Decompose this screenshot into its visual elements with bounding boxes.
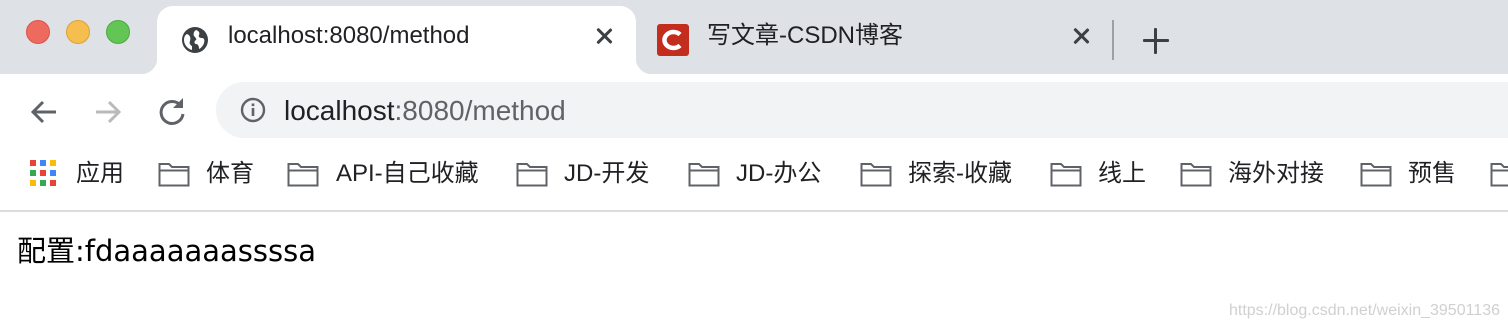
folder-icon <box>287 163 319 187</box>
new-tab-button[interactable] <box>1143 28 1169 54</box>
address-bar[interactable]: localhost:8080/method <box>216 82 1508 138</box>
tab-separator <box>1112 20 1114 60</box>
globe-icon <box>182 27 208 53</box>
watermark: https://blog.csdn.net/weixin_39501136 <box>1228 302 1500 319</box>
close-window-button[interactable] <box>26 20 50 44</box>
folder-icon <box>688 163 720 187</box>
url-text[interactable]: localhost:8080/method <box>284 95 566 127</box>
page-content-text: 配置:fdaaaaaaassssa <box>17 234 316 268</box>
tab-strip: localhost:8080/method 写文章-CSDN博客 <box>0 0 1508 74</box>
tab-close-icon[interactable] <box>1070 25 1092 47</box>
bookmark-folder[interactable]: JD-办公 <box>736 160 821 188</box>
apps-grid-icon[interactable] <box>30 160 58 188</box>
tab-close-icon[interactable] <box>593 25 615 47</box>
bookmark-folder[interactable]: 预售 <box>1408 160 1456 188</box>
url-path: :8080/method <box>394 95 566 126</box>
bookmark-folder[interactable]: 探索-收藏 <box>908 160 1012 188</box>
bookmark-folder[interactable]: JD-开发 <box>564 160 649 188</box>
info-icon[interactable] <box>240 97 266 123</box>
bookmark-folder[interactable]: 海外对接 <box>1228 160 1324 188</box>
folder-icon <box>1180 163 1212 187</box>
bookmark-folder[interactable]: 体育 <box>206 160 254 188</box>
folder-icon <box>158 163 190 187</box>
back-arrow-icon[interactable] <box>26 94 62 130</box>
tab-title-active[interactable]: localhost:8080/method <box>228 22 470 50</box>
bookmarks-bar: 应用 体育 API-自己收藏 JD-开发 JD-办公 探索-收藏 线上 海外对接… <box>0 148 1508 212</box>
minimize-window-button[interactable] <box>66 20 90 44</box>
tab-title-inactive[interactable]: 写文章-CSDN博客 <box>707 22 903 50</box>
bookmark-folder[interactable]: 线上 <box>1098 160 1146 188</box>
csdn-logo-icon <box>657 24 689 56</box>
folder-icon <box>1360 163 1392 187</box>
folder-icon[interactable] <box>1490 161 1508 187</box>
bookmark-apps[interactable]: 应用 <box>76 160 124 188</box>
browser-toolbar: localhost:8080/method <box>0 74 1508 148</box>
folder-icon <box>1050 163 1082 187</box>
forward-arrow-icon[interactable] <box>90 94 126 130</box>
bookmark-folder[interactable]: API-自己收藏 <box>336 160 479 188</box>
reload-icon[interactable] <box>154 94 190 130</box>
maximize-window-button[interactable] <box>106 20 130 44</box>
url-host: localhost <box>284 95 395 126</box>
folder-icon <box>516 163 548 187</box>
folder-icon <box>860 163 892 187</box>
